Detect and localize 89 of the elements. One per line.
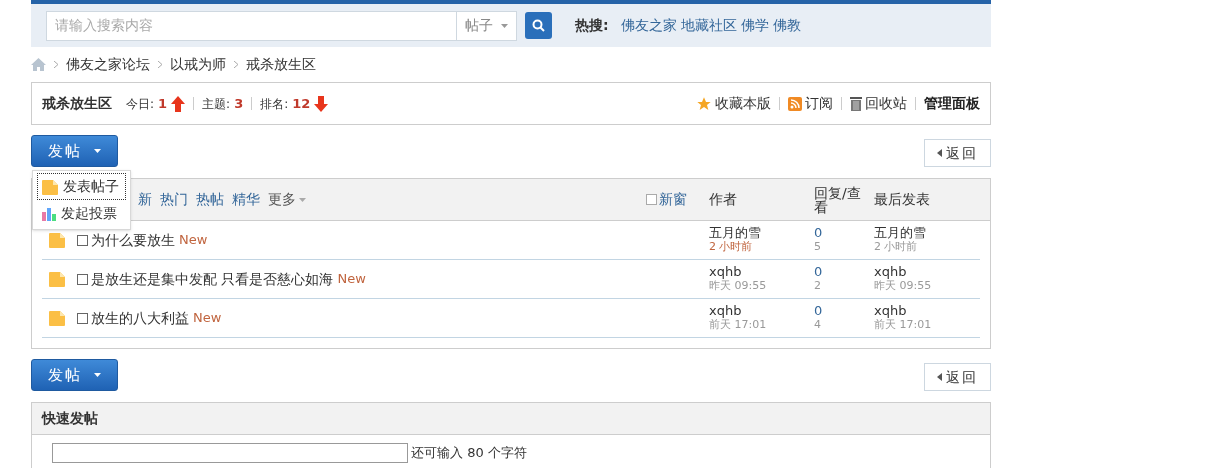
column-header: 回复/查看 bbox=[814, 185, 862, 214]
thread-title[interactable]: 是放生还是集中发配 只看是否慈心如海 bbox=[91, 268, 334, 290]
reply-count: 0 bbox=[814, 265, 824, 279]
stat-label: 主题: bbox=[202, 95, 231, 113]
quick-post-title: 快速发帖 bbox=[42, 409, 98, 428]
view-count: 4 bbox=[814, 318, 822, 332]
filter-tab[interactable]: 热帖 bbox=[196, 189, 224, 210]
post-time: 2 小时前 bbox=[709, 240, 754, 254]
title-input-field[interactable] bbox=[52, 443, 408, 463]
search-button[interactable] bbox=[525, 12, 552, 39]
hot-search-label: 热搜: bbox=[575, 16, 609, 35]
back-button[interactable]: 返回 bbox=[924, 363, 991, 391]
forum-action-link[interactable]: 回收站 bbox=[850, 93, 907, 114]
breadcrumb-link[interactable]: 佛友之家论坛 bbox=[66, 54, 150, 75]
filter-tab[interactable]: 热门 bbox=[160, 189, 188, 210]
post-menu-item[interactable]: 发起投票 bbox=[37, 200, 126, 227]
thread-title[interactable]: 放生的八大利益 bbox=[91, 307, 189, 329]
left-triangle-icon bbox=[937, 373, 942, 381]
new-window-toggle[interactable]: 新窗 bbox=[646, 189, 709, 210]
folder-icon bbox=[48, 232, 66, 248]
author-name[interactable]: xqhb bbox=[709, 265, 814, 279]
left-triangle-icon bbox=[937, 149, 942, 157]
thread-checkbox[interactable] bbox=[77, 312, 88, 324]
breadcrumb-link[interactable]: 戒杀放生区 bbox=[246, 54, 316, 75]
stat-label: 今日: bbox=[126, 95, 155, 113]
post-button[interactable]: 发帖 bbox=[31, 359, 118, 391]
checkbox[interactable] bbox=[646, 194, 657, 205]
bar-chart-icon bbox=[41, 206, 57, 221]
hot-search-link[interactable]: 佛教 bbox=[772, 15, 801, 36]
last-post-time: 昨天 09:55 bbox=[874, 279, 933, 293]
caret-icon bbox=[94, 373, 101, 377]
caret-icon bbox=[501, 23, 508, 28]
folder-icon bbox=[48, 271, 66, 287]
new-label: New bbox=[179, 231, 208, 250]
home-icon bbox=[31, 58, 46, 71]
author-name[interactable]: 五月的雪 bbox=[709, 226, 814, 240]
view-count: 2 bbox=[814, 279, 822, 293]
search-field[interactable]: 请输入搜索内容 帖子 bbox=[46, 10, 517, 41]
last-post-time: 2 小时前 bbox=[874, 240, 919, 254]
admin-panel-link[interactable]: 管理面板 bbox=[924, 93, 980, 114]
breadcrumb-link[interactable]: 以戒为师 bbox=[170, 54, 226, 75]
star-icon bbox=[696, 95, 712, 112]
back-button[interactable]: 返回 bbox=[924, 139, 991, 167]
hot-search-link[interactable]: 地藏社区 bbox=[680, 15, 737, 36]
thread-title[interactable]: 为什么要放生 bbox=[91, 229, 175, 251]
trash-icon bbox=[850, 96, 862, 111]
caret-icon bbox=[94, 149, 101, 153]
post-time: 昨天 09:55 bbox=[709, 279, 768, 293]
column-header: 最后发表 bbox=[874, 190, 931, 209]
new-label: New bbox=[337, 270, 366, 289]
chevron-right-icon bbox=[158, 61, 162, 68]
post-menu-item[interactable]: 发表帖子 bbox=[37, 173, 126, 200]
stat-value: 1 bbox=[158, 94, 168, 113]
hot-search-link[interactable]: 佛友之家 bbox=[620, 15, 677, 36]
filter-tab[interactable]: 新 bbox=[138, 189, 152, 210]
down-arrow-icon bbox=[314, 95, 329, 112]
thread-checkbox[interactable] bbox=[77, 273, 88, 285]
column-header: 作者 bbox=[709, 190, 738, 209]
forum-title: 戒杀放生区 bbox=[42, 94, 112, 113]
last-poster-name[interactable]: xqhb bbox=[874, 304, 980, 318]
last-poster-name[interactable]: xqhb bbox=[874, 265, 980, 279]
stat-value: 3 bbox=[234, 94, 244, 113]
chevron-right-icon bbox=[54, 61, 58, 68]
search-scope-dropdown[interactable]: 帖子 bbox=[456, 11, 516, 40]
folder-icon bbox=[48, 310, 66, 326]
hot-search-link[interactable]: 佛学 bbox=[740, 15, 769, 36]
filter-tab[interactable]: 精华 bbox=[232, 189, 260, 210]
stat-value: 12 bbox=[292, 94, 311, 113]
chevron-right-icon bbox=[234, 61, 238, 68]
last-poster-name[interactable]: 五月的雪 bbox=[874, 226, 980, 240]
reply-count: 0 bbox=[814, 226, 824, 240]
forum-action-link[interactable]: 收藏本版 bbox=[696, 93, 771, 114]
new-label: New bbox=[193, 309, 222, 328]
reply-count: 0 bbox=[814, 304, 824, 318]
rss-icon bbox=[788, 96, 802, 111]
character-limit-hint: 还可输入 80 个字符 bbox=[411, 444, 527, 463]
forum-action-link[interactable]: 订阅 bbox=[788, 93, 833, 114]
post-button[interactable]: 发帖 bbox=[31, 135, 118, 167]
search-icon bbox=[532, 19, 545, 32]
author-name[interactable]: xqhb bbox=[709, 304, 814, 318]
post-time: 前天 17:01 bbox=[709, 318, 768, 332]
thread-checkbox[interactable] bbox=[77, 234, 88, 246]
folder-icon bbox=[41, 178, 59, 195]
dropdown-caret-icon bbox=[299, 197, 306, 202]
filter-tab[interactable]: 更多 bbox=[268, 189, 306, 210]
view-count: 5 bbox=[814, 240, 822, 254]
stat-label: 排名: bbox=[260, 95, 289, 113]
last-post-time: 前天 17:01 bbox=[874, 318, 933, 332]
up-arrow-icon bbox=[171, 95, 186, 112]
